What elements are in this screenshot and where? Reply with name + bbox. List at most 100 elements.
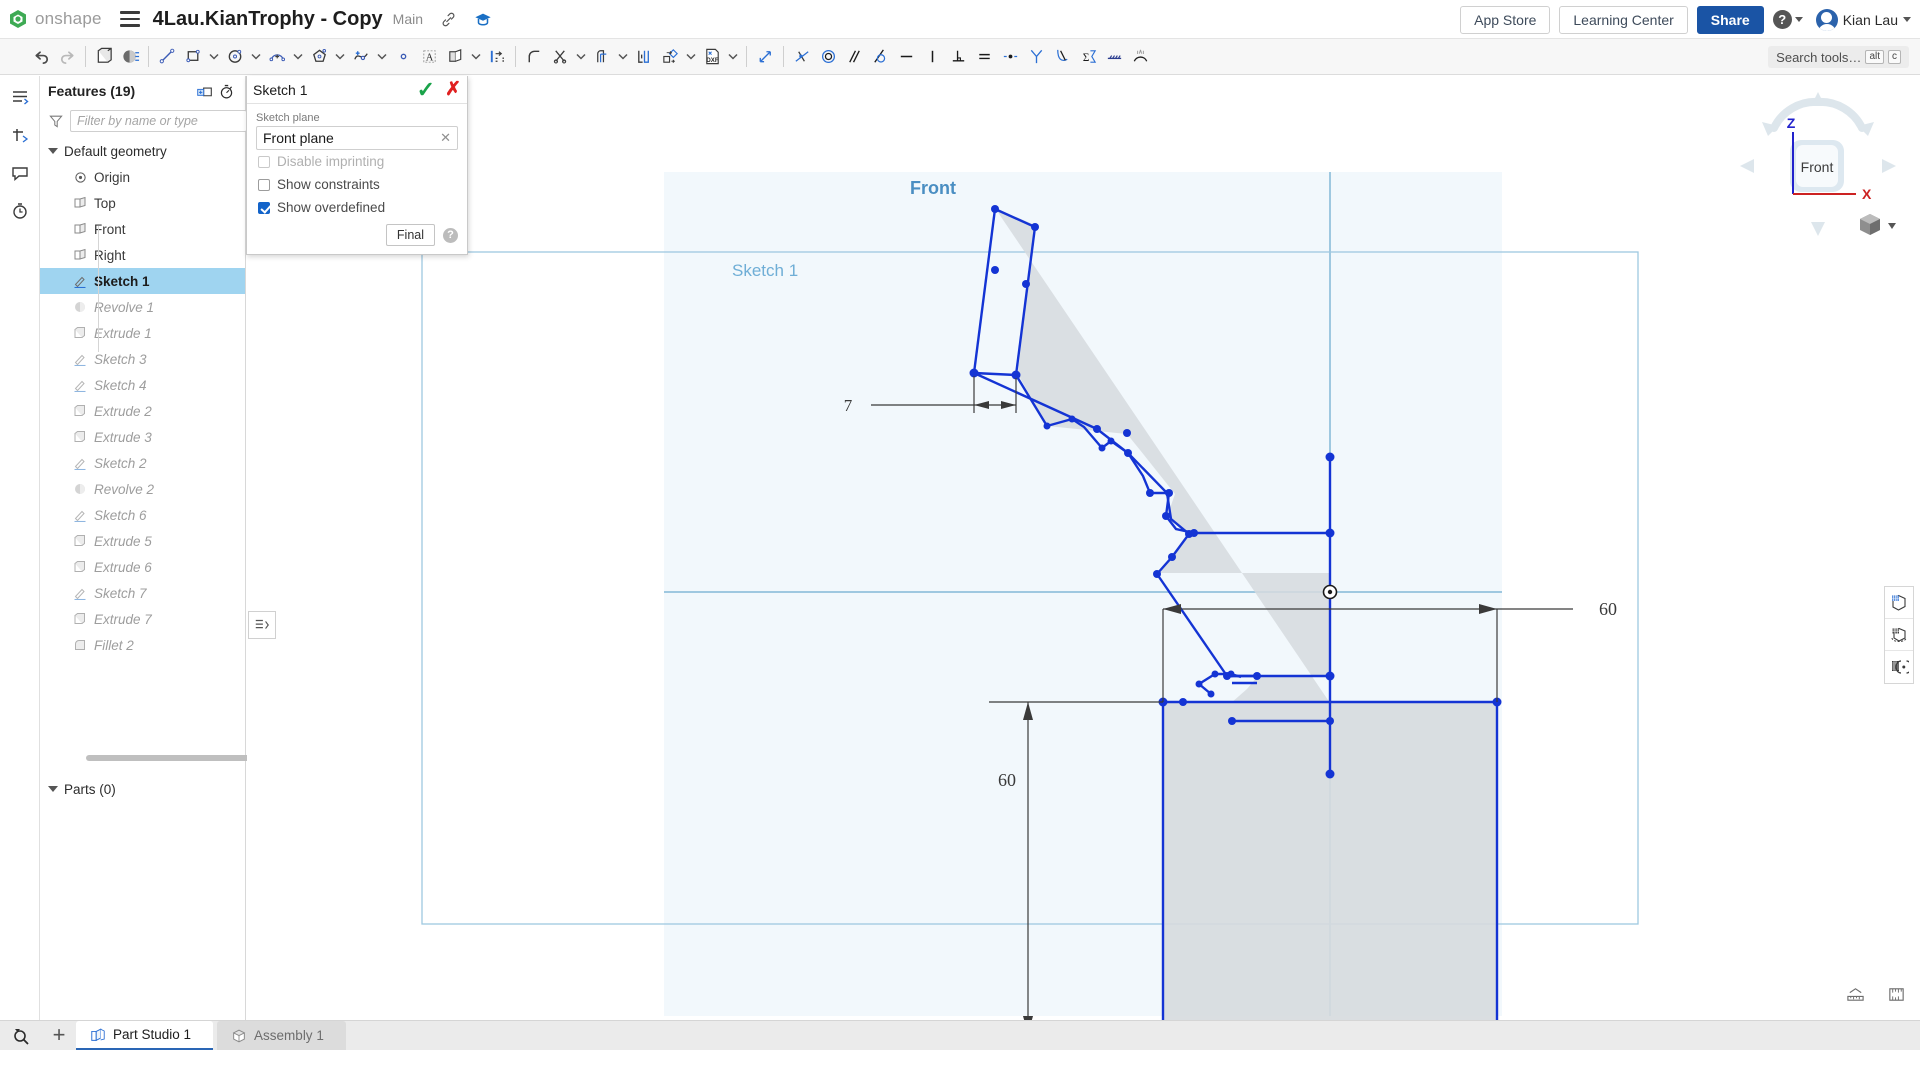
option-show-overdefined[interactable]: Show overdefined [247, 196, 467, 219]
chevron-down-icon[interactable] [248, 42, 264, 72]
app-store-button[interactable]: App Store [1460, 6, 1550, 34]
tree-item-front[interactable]: Front [40, 216, 245, 242]
checkmark-icon[interactable]: ✓ [417, 79, 435, 101]
graphics-canvas[interactable]: Front Sketch 1 [247, 76, 1920, 1050]
branch-label[interactable]: Main [393, 11, 423, 27]
angle-icon[interactable] [1127, 42, 1153, 72]
explode-view-icon[interactable] [1885, 651, 1913, 683]
hamburger-icon[interactable] [120, 11, 140, 27]
final-button[interactable]: Final [386, 224, 435, 246]
vertical-icon[interactable] [919, 42, 945, 72]
text-icon[interactable]: A [416, 42, 442, 72]
chevron-down-icon[interactable] [615, 42, 631, 72]
construction-icon[interactable] [1101, 42, 1127, 72]
feature-item-extrude-6[interactable]: Extrude 6 [40, 554, 245, 580]
perpendicular-icon[interactable] [945, 42, 971, 72]
tab-part-studio-1[interactable]: Part Studio 1 [76, 1021, 213, 1050]
linear-pattern-icon[interactable] [484, 42, 510, 72]
learning-center-button[interactable]: Learning Center [1559, 6, 1687, 34]
sketch-plane-field[interactable]: Front plane ✕ [256, 126, 458, 150]
feature-item-sketch-1[interactable]: Sketch 1 [40, 268, 245, 294]
history-icon[interactable] [0, 192, 40, 230]
close-icon[interactable]: ✗ [445, 80, 461, 99]
chevron-down-icon[interactable] [683, 42, 699, 72]
parts-header[interactable]: Parts (0) [40, 776, 245, 802]
rollback-timer-icon[interactable] [215, 80, 237, 102]
chevron-down-icon[interactable] [725, 42, 741, 72]
feature-item-revolve-2[interactable]: Revolve 2 [40, 476, 245, 502]
feature-item-extrude-7[interactable]: Extrude 7 [40, 606, 245, 632]
measure-icon[interactable]: Σ [1075, 42, 1101, 72]
help-menu[interactable]: ? [1773, 10, 1803, 29]
tangent-icon[interactable] [867, 42, 893, 72]
line-icon[interactable] [154, 42, 180, 72]
feature-item-sketch-4[interactable]: Sketch 4 [40, 372, 245, 398]
point-icon[interactable] [390, 42, 416, 72]
feature-item-sketch-6[interactable]: Sketch 6 [40, 502, 245, 528]
checkbox[interactable] [258, 179, 270, 191]
tree-group-default-geometry[interactable]: Default geometry [40, 138, 245, 164]
revolve-icon[interactable] [117, 42, 143, 72]
feature-item-fillet-2[interactable]: Fillet 2 [40, 632, 245, 658]
onshape-logo-icon[interactable] [7, 8, 29, 30]
chevron-down-icon[interactable] [332, 42, 348, 72]
units-icon[interactable] [1887, 985, 1906, 1004]
mirror-icon[interactable] [442, 42, 468, 72]
chevron-down-icon[interactable] [290, 42, 306, 72]
chevron-down-icon[interactable] [573, 42, 589, 72]
insert-icon[interactable] [0, 116, 40, 154]
comment-icon[interactable] [0, 154, 40, 192]
circle-icon[interactable] [222, 42, 248, 72]
graduation-cap-icon[interactable] [474, 10, 492, 28]
polygon-icon[interactable] [306, 42, 332, 72]
horizontal-icon[interactable] [893, 42, 919, 72]
trim-icon[interactable] [547, 42, 573, 72]
section-view-icon[interactable] [1885, 619, 1913, 651]
redo-icon[interactable] [54, 42, 80, 72]
dimension-icon[interactable] [752, 42, 778, 72]
chevron-down-icon[interactable] [374, 42, 390, 72]
transform-icon[interactable] [657, 42, 683, 72]
feature-item-sketch-7[interactable]: Sketch 7 [40, 580, 245, 606]
filter-icon[interactable] [48, 110, 64, 132]
fillet-icon[interactable] [521, 42, 547, 72]
chevron-down-icon[interactable] [468, 42, 484, 72]
tree-item-top[interactable]: Top [40, 190, 245, 216]
panel-collapse-toggle[interactable] [248, 611, 276, 639]
checkbox[interactable] [258, 202, 270, 214]
view-cube[interactable]: Front Z X [1728, 84, 1908, 254]
search-tools-input[interactable]: Search tools… alt c [1768, 46, 1909, 68]
feature-item-sketch-3[interactable]: Sketch 3 [40, 346, 245, 372]
symmetric-icon[interactable] [1023, 42, 1049, 72]
feature-item-extrude-1[interactable]: Extrude 1 [40, 320, 245, 346]
features-filter-input[interactable] [70, 110, 247, 132]
feature-item-extrude-3[interactable]: Extrude 3 [40, 424, 245, 450]
arc-icon[interactable] [264, 42, 290, 72]
help-circle-icon[interactable]: ? [443, 228, 458, 243]
rectangle-icon[interactable] [180, 42, 206, 72]
parallel-icon[interactable] [841, 42, 867, 72]
tree-item-right[interactable]: Right [40, 242, 245, 268]
search-in-document-icon[interactable] [0, 1020, 42, 1050]
equal-icon[interactable] [971, 42, 997, 72]
feature-item-extrude-2[interactable]: Extrude 2 [40, 398, 245, 424]
feature-item-extrude-5[interactable]: Extrude 5 [40, 528, 245, 554]
extrude-icon[interactable] [91, 42, 117, 72]
link-icon[interactable] [440, 11, 457, 28]
display-render-icon[interactable] [1885, 587, 1913, 619]
option-disable-imprinting[interactable]: Disable imprinting [247, 150, 467, 173]
tree-item-origin[interactable]: Origin [40, 164, 245, 190]
feature-item-revolve-1[interactable]: Revolve 1 [40, 294, 245, 320]
sketch-viewport[interactable]: Front Sketch 1 [247, 76, 1920, 1050]
use-icon[interactable] [631, 42, 657, 72]
offset-icon[interactable] [589, 42, 615, 72]
feature-list-icon[interactable] [0, 78, 40, 116]
tab-assembly-1[interactable]: Assembly 1 [217, 1021, 346, 1050]
add-tab-icon[interactable]: + [42, 1020, 76, 1050]
clear-icon[interactable]: ✕ [440, 130, 451, 146]
midpoint-icon[interactable] [997, 42, 1023, 72]
user-menu[interactable]: Kian Lau [1816, 9, 1911, 31]
concentric-icon[interactable] [815, 42, 841, 72]
undo-icon[interactable] [28, 42, 54, 72]
spline-icon[interactable] [348, 42, 374, 72]
